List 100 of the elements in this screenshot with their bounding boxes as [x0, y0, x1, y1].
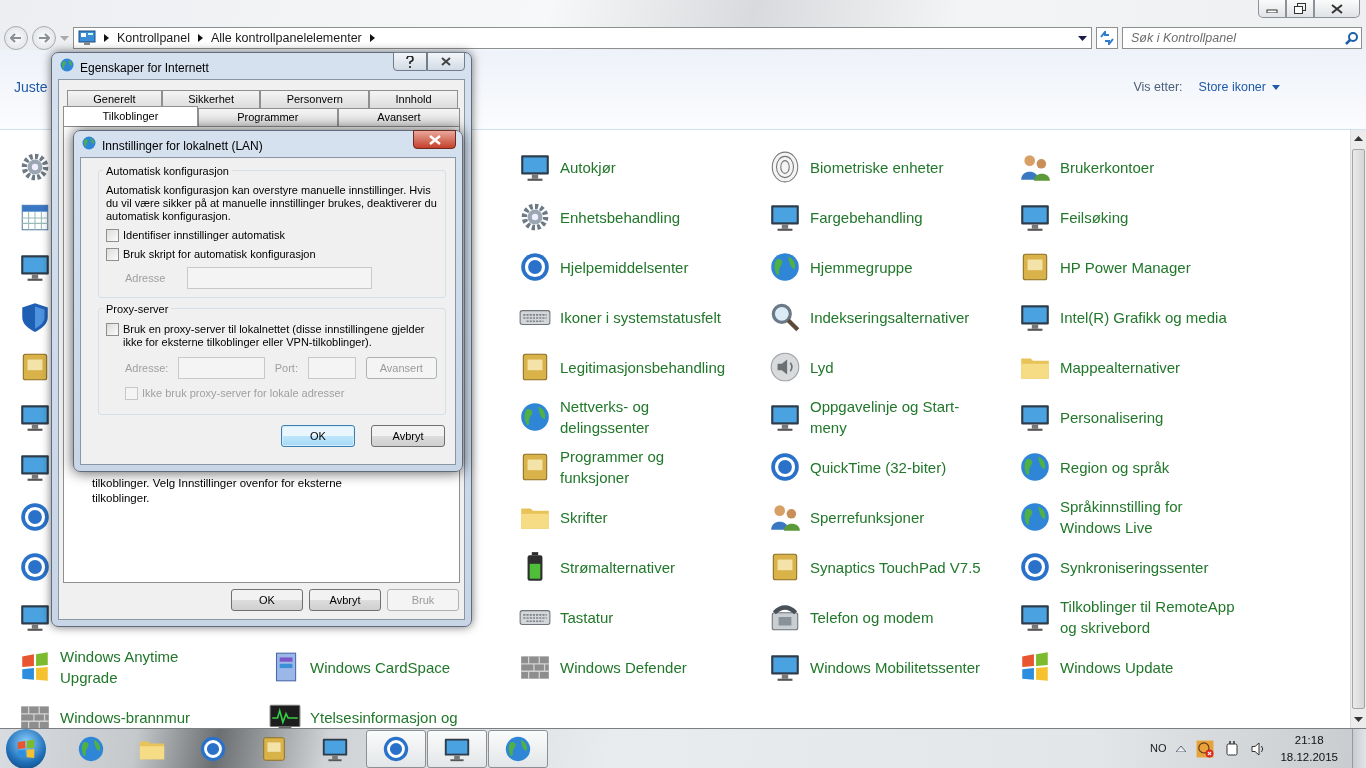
control-panel-item-link[interactable]: Lyd — [810, 356, 834, 378]
control-panel-item-link[interactable]: Mappealternativer — [1060, 356, 1181, 378]
close-icon — [441, 57, 451, 66]
control-panel-item-link[interactable]: Tastatur — [560, 606, 614, 628]
dropdown-arrow-icon[interactable] — [1078, 35, 1087, 41]
arrow-left-icon — [10, 33, 22, 43]
globe-icon — [1018, 450, 1052, 484]
scroll-down-icon[interactable] — [1354, 717, 1363, 722]
control-panel-item-link[interactable]: Strømalternativer — [560, 556, 676, 578]
arrow-right-icon — [38, 33, 50, 43]
description-text: Automatisk konfigurasjon kan overstyre manuelle innstillinger. Hvis du vil være sikker på at manuelle innstillinger brukes, deaktiverer du automatisk konfigurasjon. — [106, 184, 437, 223]
close-button[interactable] — [413, 130, 456, 149]
circle-icon — [518, 250, 552, 284]
chevron-icon[interactable] — [369, 34, 375, 42]
control-panel-item-link[interactable]: Autokjør — [560, 156, 616, 178]
dialog-title: Innstillinger for lokalnett (LAN) — [102, 138, 264, 155]
scroll-up-icon[interactable] — [1354, 136, 1363, 141]
close-button[interactable] — [427, 52, 465, 71]
control-panel-item-link[interactable]: Synaptics TouchPad V7.5 — [810, 556, 981, 578]
close-icon — [1331, 3, 1343, 14]
search-icon[interactable] — [1345, 31, 1358, 45]
tab[interactable]: Personvern — [260, 90, 370, 108]
breadcrumb-link[interactable]: Alle kontrollpanelelementer — [210, 28, 362, 48]
help-button[interactable] — [393, 52, 427, 71]
control-panel-item-link[interactable]: Ikoner i systemstatusfelt — [560, 306, 721, 328]
control-panel-item-link[interactable]: Programmer og funksjoner — [560, 446, 736, 488]
language-indicator[interactable]: NO — [1149, 740, 1167, 757]
tab[interactable]: Tilkoblinger — [63, 106, 198, 126]
refresh-icon — [1099, 31, 1115, 45]
control-panel-item-link[interactable]: Hjelpemiddelsenter — [560, 256, 689, 278]
scroll-thumb[interactable] — [1352, 149, 1365, 709]
power-plug-icon[interactable] — [1224, 739, 1241, 758]
control-panel-item-link[interactable]: Fargebehandling — [810, 206, 923, 228]
control-panel-item-link[interactable]: Oppgavelinje og Start-meny — [810, 396, 986, 438]
checkbox[interactable] — [106, 229, 119, 242]
checkbox-label: Bruk skript for automatisk konfigurasjon — [123, 248, 316, 261]
control-panel-item-link[interactable]: Windows Update — [1060, 656, 1174, 678]
circle-icon — [768, 450, 802, 484]
globe-icon — [1018, 500, 1052, 534]
control-panel-item-link[interactable]: Feilsøking — [1060, 206, 1129, 228]
control-panel-item-link[interactable]: Språkinnstilling for Windows Live — [1060, 496, 1236, 538]
dialog-button[interactable]: Avbryt — [371, 425, 445, 447]
control-panel-item-link[interactable]: Nettverks- og delingssenter — [560, 396, 736, 438]
control-panel-item-link[interactable]: Telefon og modem — [810, 606, 934, 628]
control-panel-item-link[interactable]: Synkroniseringssenter — [1060, 556, 1209, 578]
checkbox[interactable] — [106, 323, 119, 336]
tab[interactable]: Sikkerhet — [161, 90, 261, 108]
back-button[interactable] — [4, 26, 28, 50]
control-panel-item-link[interactable]: Brukerkontoer — [1060, 156, 1155, 178]
clock-date[interactable]: 18.12.2015 — [1280, 748, 1338, 766]
chevron-icon[interactable] — [104, 34, 109, 42]
view-dropdown[interactable]: Store ikoner — [1198, 78, 1280, 97]
control-panel-item-link[interactable]: Ytelsesinformasjon og — [310, 706, 458, 728]
clock-time[interactable]: 21:18 — [1294, 731, 1324, 749]
control-panel-item-link[interactable]: Windows Anytime Upgrade — [60, 646, 236, 688]
control-panel-item-link[interactable]: Personalisering — [1060, 406, 1164, 428]
close-button[interactable] — [1314, 0, 1360, 18]
control-panel-item-link[interactable]: Windows Mobilitetssenter — [810, 656, 981, 678]
dialog-button[interactable]: OK — [281, 425, 355, 447]
control-panel-item-link[interactable]: Sperrefunksjoner — [810, 506, 925, 528]
taskbar-button[interactable] — [366, 729, 426, 768]
dialog-button[interactable]: OK — [231, 589, 303, 611]
network-error-icon[interactable] — [1196, 739, 1215, 758]
tab[interactable]: Programmer — [197, 108, 338, 126]
control-panel-item-link[interactable]: Indekseringsalternativer — [810, 306, 970, 328]
control-panel-item-link[interactable]: QuickTime (32-biter) — [810, 456, 947, 478]
scrollbar[interactable] — [1350, 130, 1366, 728]
control-panel-item-link[interactable]: Biometriske enheter — [810, 156, 944, 178]
control-panel-item-link[interactable]: Legitimasjonsbehandling — [560, 356, 726, 378]
start-button[interactable] — [6, 728, 46, 768]
control-panel-item-link[interactable]: Hjemmegruppe — [810, 256, 913, 278]
checkbox-label: Ikke bruk proxy-server for lokale adresser — [142, 387, 345, 400]
globe-icon — [81, 135, 97, 151]
windows-logo-icon — [15, 737, 37, 760]
control-panel-item-link[interactable]: Intel(R) Grafikk og media — [1060, 306, 1227, 328]
control-panel-item-link[interactable]: HP Power Manager — [1060, 256, 1191, 278]
control-panel-item-link[interactable]: Windows CardSpace — [310, 656, 451, 678]
page-title: Juste — [14, 78, 48, 97]
control-panel-item-link[interactable]: Enhetsbehandling — [560, 206, 681, 228]
chevron-icon[interactable] — [197, 34, 203, 42]
control-panel-item-link[interactable]: Windows-brannmur — [60, 706, 191, 728]
refresh-button[interactable] — [1096, 27, 1118, 49]
control-panel-item-link[interactable]: Tilkoblinger til RemoteApp og skrivebord — [1060, 596, 1236, 638]
tab[interactable]: Avansert — [337, 108, 460, 126]
dialog-button[interactable]: Avbryt — [309, 589, 381, 611]
control-panel-item-link[interactable]: Windows Defender — [560, 656, 687, 678]
checkbox[interactable] — [106, 248, 119, 261]
restore-button[interactable] — [1286, 0, 1314, 18]
show-desktop-button[interactable] — [1352, 728, 1366, 768]
dialog-title: Egenskaper for Internett — [80, 60, 210, 77]
forward-button[interactable] — [32, 26, 56, 50]
taskbar-button[interactable] — [427, 729, 487, 768]
control-panel-item-link[interactable]: Skrifter — [560, 506, 608, 528]
field-label: Port: — [274, 360, 298, 376]
show-hidden-icons-icon[interactable] — [1176, 745, 1187, 752]
close-icon — [428, 134, 441, 145]
address-field[interactable]: Kontrollpanel Alle kontrollpanelelementer — [73, 27, 1092, 49]
breadcrumb-link[interactable]: Kontrollpanel — [117, 28, 190, 48]
tab[interactable]: Innhold — [369, 90, 458, 108]
control-panel-item-link[interactable]: Region og språk — [1060, 456, 1170, 478]
